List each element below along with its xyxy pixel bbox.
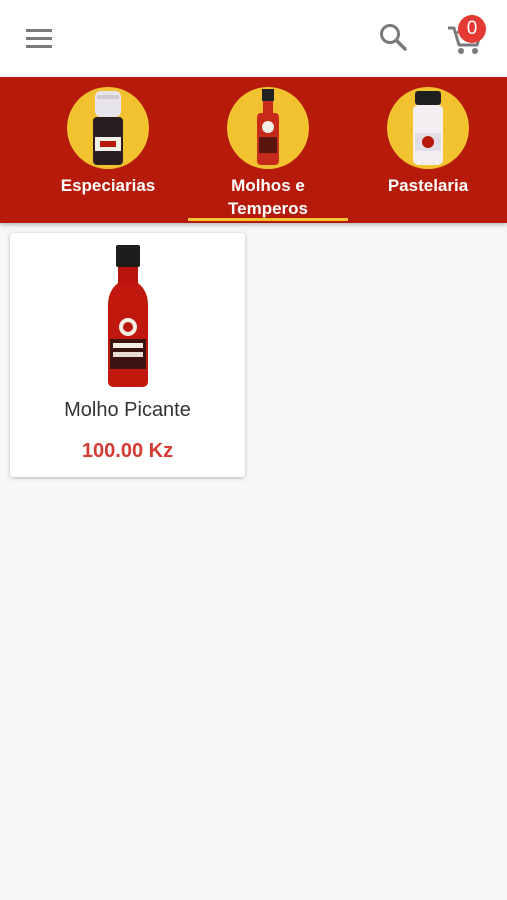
product-image	[102, 243, 154, 388]
hamburger-menu-icon	[26, 29, 52, 48]
spice-bottle-image	[93, 91, 123, 165]
app-bar: 0	[0, 0, 507, 77]
category-label: Molhos e Temperos	[228, 176, 308, 218]
search-icon	[380, 24, 407, 51]
tab-especiarias[interactable]: Especiarias	[23, 77, 193, 223]
search-button[interactable]	[376, 20, 412, 56]
cart-count-badge: 0	[458, 15, 486, 43]
category-label: Especiarias	[60, 176, 156, 195]
sauce-bottle-image	[257, 89, 279, 165]
category-image-pastelaria	[387, 87, 469, 169]
product-price: 100.00 Kz	[81, 440, 174, 462]
product-card[interactable]: Molho Picante 100.00 Kz	[10, 233, 245, 477]
molho-picante-bottle-image	[108, 245, 148, 387]
category-tabs: Especiarias Molhos e Temperos Pastelaria	[0, 77, 507, 223]
tab-molhos-e-temperos[interactable]: Molhos e Temperos	[183, 77, 353, 223]
selected-tab-indicator	[188, 218, 348, 221]
category-image-especiarias	[67, 87, 149, 169]
category-image-molhos	[227, 87, 309, 169]
product-name: Molho Picante	[64, 399, 191, 421]
tab-pastelaria[interactable]: Pastelaria	[343, 77, 507, 223]
category-label: Pastelaria	[387, 176, 469, 195]
white-spice-jar-image	[413, 91, 443, 165]
menu-button[interactable]	[22, 22, 56, 54]
